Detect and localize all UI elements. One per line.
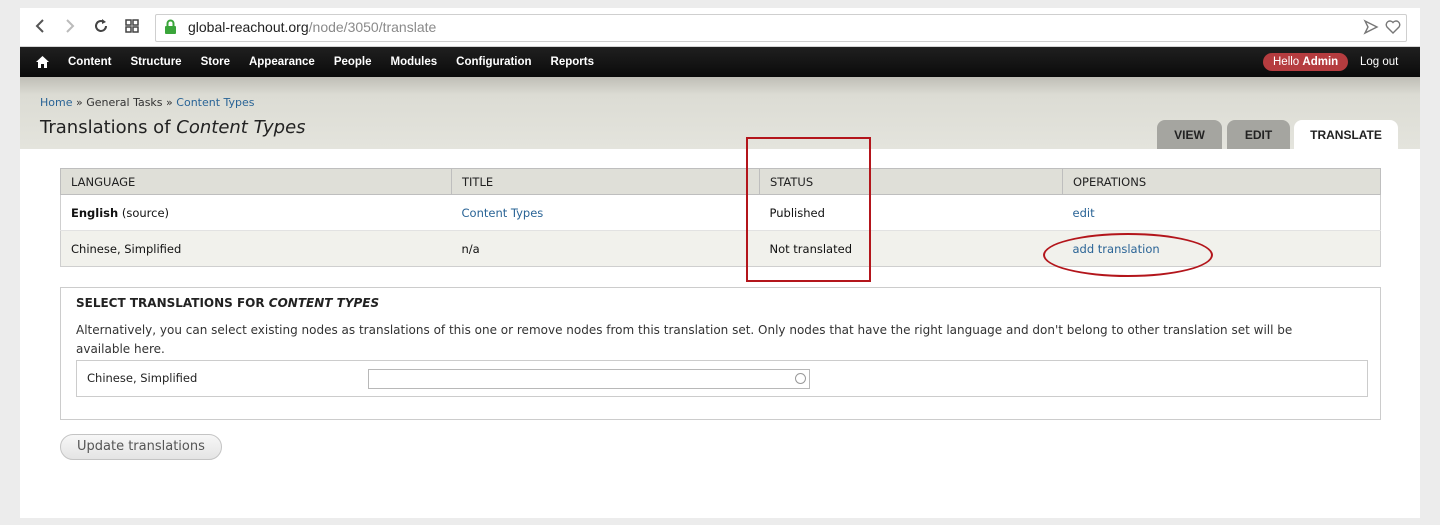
cell-operations: add translation (1062, 230, 1381, 267)
hello-prefix: Hello (1273, 56, 1300, 68)
select-translations-fieldset: SELECT TRANSLATIONS FOR CONTENT TYPES Al… (60, 287, 1381, 420)
toolbar-item-structure[interactable]: Structure (130, 56, 181, 68)
hello-user: Admin (1302, 56, 1339, 68)
legend-prefix: SELECT TRANSLATIONS FOR (76, 296, 265, 310)
tab-translate-label: TRANSLATE (1310, 127, 1382, 142)
page-title: Translations of Content Types (40, 117, 306, 138)
speed-dial-icon[interactable] (122, 16, 142, 36)
page-title-emphasis: Content Types (176, 117, 306, 138)
page-header: Home » General Tasks » Content Types Tra… (20, 77, 1420, 149)
forward-icon[interactable] (60, 16, 80, 36)
table-row: English (source) Content Types Published… (60, 194, 1381, 231)
cell-title: n/a (451, 230, 760, 267)
url-text: global-reachout.org/node/3050/translate (188, 19, 437, 35)
language-name: English (71, 205, 119, 220)
cell-status: Published (759, 194, 1063, 231)
toolbar-item-appearance[interactable]: Appearance (249, 56, 315, 68)
edit-link[interactable]: edit (1073, 206, 1095, 220)
cell-title: Content Types (451, 194, 760, 231)
hello-admin-badge[interactable]: Hello Admin (1263, 53, 1349, 71)
breadcrumb-separator: » (75, 96, 83, 109)
toolbar-item-configuration[interactable]: Configuration (456, 56, 531, 68)
admin-toolbar: Content Structure Store Appearance Peopl… (20, 47, 1420, 77)
logout-link[interactable]: Log out (1360, 47, 1398, 77)
cell-language: Chinese, Simplified (60, 230, 452, 267)
breadcrumb: Home » General Tasks » Content Types (40, 96, 255, 109)
address-bar[interactable]: global-reachout.org/node/3050/translate (155, 14, 1407, 42)
add-translation-link[interactable]: add translation (1073, 242, 1160, 256)
toolbar-item-reports[interactable]: Reports (551, 56, 594, 68)
tab-view[interactable]: VIEW (1157, 120, 1222, 149)
reload-icon[interactable] (91, 16, 111, 36)
toolbar-item-store[interactable]: Store (201, 56, 230, 68)
column-header-language[interactable]: LANGUAGE (60, 168, 452, 195)
breadcrumb-home[interactable]: Home (40, 96, 72, 109)
title-link[interactable]: Content Types (462, 206, 544, 220)
legend-emphasis: CONTENT TYPES (268, 296, 380, 310)
breadcrumb-separator: » (166, 96, 173, 109)
update-translations-button[interactable]: Update translations (60, 434, 222, 460)
page-title-prefix: Translations of (40, 117, 171, 138)
cell-operations: edit (1062, 194, 1381, 231)
browser-window: global-reachout.org/node/3050/translate … (20, 8, 1420, 518)
translations-table: LANGUAGE TITLE STATUS OPERATIONS English… (60, 168, 1381, 267)
table-row: Chinese, Simplified n/a Not translated a… (60, 230, 1381, 267)
cell-status: Not translated (759, 230, 1063, 267)
column-header-title[interactable]: TITLE (451, 168, 760, 195)
column-header-operations: OPERATIONS (1062, 168, 1381, 195)
tab-translate[interactable]: TRANSLATE (1294, 120, 1398, 149)
cell-language: English (source) (60, 194, 452, 231)
toolbar-item-people[interactable]: People (334, 56, 372, 68)
translation-select-row: Chinese, Simplified (76, 360, 1368, 397)
language-suffix: (source) (121, 205, 170, 220)
tab-edit[interactable]: EDIT (1227, 120, 1290, 149)
home-icon[interactable] (36, 56, 49, 68)
browser-toolbar: global-reachout.org/node/3050/translate (20, 8, 1420, 47)
toolbar-item-modules[interactable]: Modules (391, 56, 438, 68)
tab-edit-label: EDIT (1244, 127, 1273, 142)
lock-icon (164, 19, 177, 39)
send-icon[interactable] (1362, 18, 1380, 40)
toolbar-item-content[interactable]: Content (68, 56, 111, 68)
translation-field-label: Chinese, Simplified (87, 371, 198, 385)
translation-autocomplete-input[interactable] (368, 369, 810, 389)
fieldset-legend: SELECT TRANSLATIONS FOR CONTENT TYPES (76, 296, 379, 310)
breadcrumb-general-tasks: General Tasks (86, 96, 163, 109)
breadcrumb-content-types[interactable]: Content Types (176, 96, 254, 109)
autocomplete-throbber-icon (795, 373, 806, 384)
column-header-status[interactable]: STATUS (759, 168, 1063, 195)
back-icon[interactable] (30, 16, 50, 36)
heart-icon[interactable] (1384, 18, 1402, 40)
tab-view-label: VIEW (1174, 127, 1205, 142)
fieldset-description: Alternatively, you can select existing n… (76, 323, 1293, 356)
